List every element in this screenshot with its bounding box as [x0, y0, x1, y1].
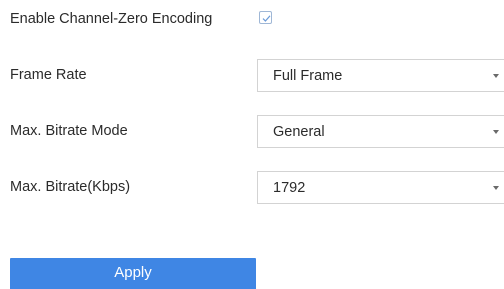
channel-zero-settings-panel: Enable Channel-Zero Encoding Frame Rate … [0, 0, 504, 289]
caret-down-icon [493, 130, 499, 134]
max-bitrate-mode-select[interactable]: General [257, 115, 504, 148]
max-bitrate-select[interactable]: 1792 [257, 171, 504, 204]
max-bitrate-mode-label: Max. Bitrate Mode [10, 123, 128, 139]
caret-down-icon [493, 186, 499, 190]
frame-rate-label: Frame Rate [10, 67, 87, 83]
apply-button[interactable]: Apply [10, 258, 256, 289]
frame-rate-select[interactable]: Full Frame [257, 59, 504, 92]
apply-button-label: Apply [114, 263, 152, 281]
enable-channel-zero-label: Enable Channel-Zero Encoding [10, 11, 213, 27]
max-bitrate-value: 1792 [273, 180, 306, 196]
check-icon [262, 15, 271, 22]
frame-rate-value: Full Frame [273, 68, 343, 84]
caret-down-icon [493, 74, 499, 78]
max-bitrate-mode-value: General [273, 124, 325, 140]
max-bitrate-label: Max. Bitrate(Kbps) [10, 179, 131, 195]
enable-channel-zero-checkbox[interactable] [259, 11, 272, 24]
